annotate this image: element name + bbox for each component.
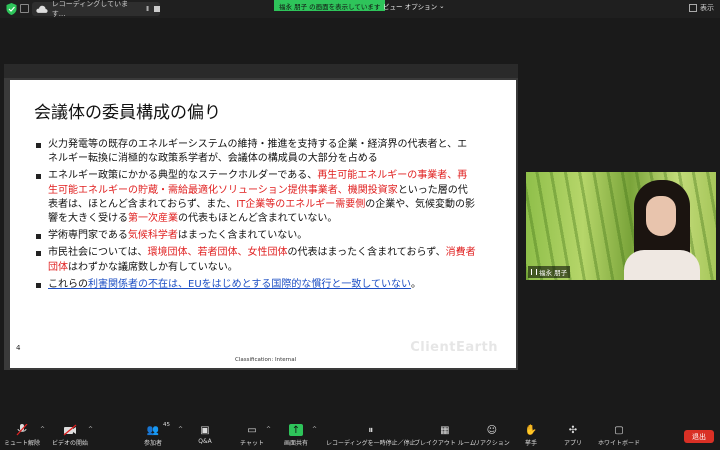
conclusion-highlight: 利害関係者の不在は、EUをはじめとする国際的な慣行と一致していない: [88, 278, 412, 290]
whiteboard-icon: ▢: [614, 424, 624, 436]
video-label: ビデオの開始: [52, 440, 89, 447]
grid-icon: [689, 4, 697, 12]
bullet-item: 市民社会については、環境団体、若者団体、女性団体の代表はまったく含まれておらず、…: [36, 246, 476, 274]
reactions-label: リアクション: [474, 440, 510, 447]
participant-count: 45: [163, 422, 170, 428]
reactions-button[interactable]: ☺ リアクション: [474, 424, 510, 448]
classification-label: Classification: Internal: [235, 357, 297, 363]
bullet-text: の代表はまったく含まれておらず、: [287, 247, 446, 259]
window-icon[interactable]: [20, 4, 29, 13]
bullet-text: 市民社会については、: [48, 247, 148, 259]
share-screen-button[interactable]: ↑ 画面共有: [284, 424, 308, 447]
participant-name: 福永 朋子: [539, 269, 568, 277]
chevron-up-icon[interactable]: ^: [266, 426, 271, 433]
meeting-controls-toolbar: ミュート解除 ^ ビデオの開始 ^ 👥 参加者 45 ^ ▣ Q&A ▭ チャッ…: [0, 418, 720, 450]
chat-button[interactable]: ▭ チャット: [240, 424, 264, 448]
conclusion-suffix: 。: [411, 278, 422, 290]
chevron-up-icon[interactable]: ^: [178, 426, 183, 433]
bullet-item: エネルギー政策にかかる典型的なステークホルダーである、再生可能エネルギーの事業者…: [36, 169, 476, 226]
clientearth-logo: ClientEarth: [410, 340, 498, 355]
microphone-muted-icon: [16, 424, 28, 436]
bullet-text: エネルギー政策にかかる典型的なステークホルダーである、: [48, 170, 318, 182]
chat-bubble-icon: ▭: [247, 424, 257, 436]
mute-label: ミュート解除: [4, 440, 41, 447]
leave-button[interactable]: 退出: [684, 430, 714, 443]
pause-stop-icon: ⏸: [368, 424, 374, 436]
breakout-label: ブレイクアウト ルーム: [414, 440, 476, 447]
leave-label: 退出: [692, 432, 706, 441]
display-button[interactable]: 表示: [689, 3, 714, 13]
pause-stop-recording-button[interactable]: ⏸ レコーディングを一時停止／停止: [326, 424, 416, 448]
conclusion-text: これらの利害関係者の不在は、EUをはじめとする国際的な慣行と一致していない: [48, 279, 411, 290]
bullet-text: はまったく含まれていない。: [177, 230, 308, 242]
shared-screen: 会議体の委員構成の偏り 火力発電等の既存のエネルギーシステムの維持・推進を支持す…: [4, 64, 518, 370]
participant-face: [646, 196, 676, 236]
highlight-text: IT企業等のエネルギー需要側: [236, 198, 366, 210]
participants-label: 参加者: [144, 440, 163, 447]
highlight-text: 第一次産業: [128, 213, 178, 225]
bullet-text: の代表もほとんど含まれていない。: [178, 213, 338, 225]
breakout-rooms-button[interactable]: ▦ ブレイクアウト ルーム: [414, 424, 476, 448]
shared-window-titlebar: [4, 64, 518, 78]
share-label: 画面共有: [284, 440, 309, 447]
highlight-text: 環境団体、若者団体、女性団体: [147, 247, 288, 259]
bullet-text: はわずかな議席数しか有していない。: [68, 261, 238, 273]
bullet-text: 学術専門家である: [48, 230, 128, 242]
chevron-up-icon[interactable]: ^: [312, 426, 317, 433]
qa-icon: ▣: [200, 424, 210, 436]
bullet-item: 火力発電等の既存のエネルギーシステムの維持・推進を支持する企業・経済界の代表者と…: [36, 138, 476, 166]
stop-recording-icon[interactable]: [154, 6, 160, 12]
recording-status-text: レコーディングしています...: [51, 0, 129, 18]
participant-body: [624, 250, 700, 280]
bullet-item: 学術専門家である気候科学者はまったく含まれていない。: [36, 229, 476, 243]
conclusion-prefix: これらの: [48, 278, 88, 290]
whiteboard-button[interactable]: ▢ ホワイトボード: [598, 424, 641, 448]
mute-button[interactable]: ミュート解除: [4, 424, 40, 447]
display-label: 表示: [700, 4, 714, 12]
share-arrow-icon: ↑: [289, 424, 303, 436]
pause-recording-label: レコーディングを一時停止／停止: [326, 440, 416, 447]
apps-button[interactable]: ✣ アプリ: [564, 424, 583, 448]
apps-icon: ✣: [568, 424, 578, 436]
view-options-label: ビュー オプション: [383, 2, 438, 11]
recording-status-pill: レコーディングしています... II: [32, 0, 160, 18]
start-video-button[interactable]: ビデオの開始: [52, 424, 88, 447]
slide-page-number: 4: [16, 344, 21, 352]
participants-button[interactable]: 👥 参加者: [144, 424, 163, 448]
presentation-slide: 会議体の委員構成の偏り 火力発電等の既存のエネルギーシステムの維持・推進を支持す…: [10, 80, 516, 368]
shield-icon[interactable]: [6, 3, 17, 15]
cloud-icon: [36, 5, 48, 13]
slide-title: 会議体の委員構成の偏り: [34, 103, 221, 123]
chat-label: チャット: [240, 440, 264, 447]
camera-off-icon: [63, 424, 77, 436]
hand-icon: ✋: [524, 424, 538, 436]
participant-name-tag: 福永 朋子: [528, 266, 571, 278]
zoom-meeting-window: レコーディングしています... II 福永 朋子 の画面を表示しています ビュー…: [0, 0, 720, 450]
share-banner-text: 福永 朋子 の画面を表示しています: [279, 2, 381, 11]
people-icon: 👥: [146, 424, 160, 436]
participant-video-tile[interactable]: 福永 朋子: [526, 172, 716, 280]
screen-share-banner: 福永 朋子 の画面を表示しています: [274, 0, 386, 11]
bullet-text: 火力発電等の既存のエネルギーシステムの維持・推進を支持する企業・経済界の代表者と…: [48, 139, 468, 165]
slide-bullet-list: 火力発電等の既存のエネルギーシステムの維持・推進を支持する企業・経済界の代表者と…: [36, 138, 476, 295]
grid-icon: ▦: [440, 424, 450, 436]
apps-label: アプリ: [564, 440, 583, 447]
chevron-up-icon[interactable]: ^: [88, 426, 93, 433]
top-bar: レコーディングしています... II 福永 朋子 の画面を表示しています ビュー…: [0, 0, 720, 18]
whiteboard-label: ホワイトボード: [598, 440, 641, 447]
chevron-up-icon[interactable]: ^: [40, 426, 45, 433]
qa-button[interactable]: ▣ Q&A: [198, 424, 212, 446]
qa-label: Q&A: [198, 438, 212, 445]
view-options-button[interactable]: ビュー オプション ⌄: [380, 0, 448, 11]
bullet-item: これらの利害関係者の不在は、EUをはじめとする国際的な慣行と一致していない。: [36, 278, 476, 292]
highlight-text: 気候科学者: [127, 230, 178, 242]
smiley-icon: ☺: [486, 424, 498, 436]
raise-hand-label: 挙手: [524, 440, 537, 447]
audio-level-icon: [531, 269, 537, 275]
raise-hand-button[interactable]: ✋ 挙手: [524, 424, 538, 448]
chevron-down-icon: ⌄: [439, 1, 445, 10]
pause-recording-icon[interactable]: II: [146, 5, 149, 13]
